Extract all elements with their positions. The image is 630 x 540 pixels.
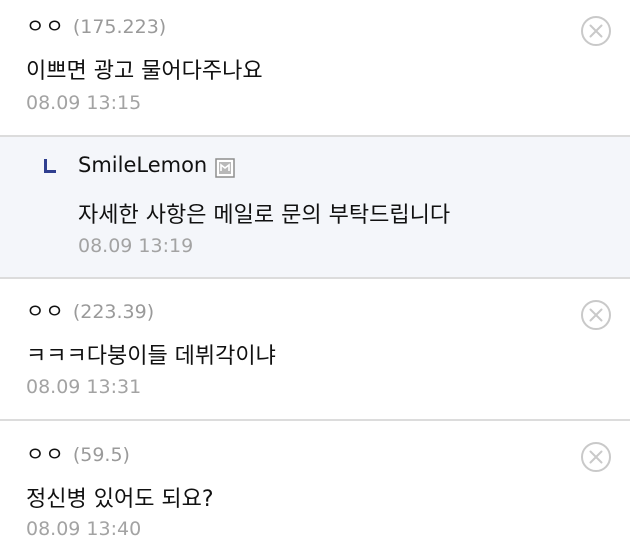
reply-arrow-icon (44, 159, 56, 173)
comment-ip: (223.39) (72, 301, 155, 323)
comment-ip: (59.5) (72, 444, 130, 466)
comment-author[interactable]: ㅇㅇ (26, 299, 65, 323)
comment-text: 정신병 있어도 되요? (26, 487, 214, 512)
comment-item: ㅇㅇ (59.5) 정신병 있어도 되요? 08.09 13:40 (0, 421, 630, 540)
reply-text: 자세한 사항은 메일로 문의 부탁드립니다 (78, 203, 451, 228)
comment-time: 08.09 13:15 (26, 92, 142, 114)
comment-header: ㅇㅇ (59.5) (26, 438, 130, 467)
delete-comment-button[interactable] (580, 299, 612, 331)
reply-header: SmileLemon (78, 153, 235, 178)
delete-comment-button[interactable] (580, 15, 612, 47)
comment-header: ㅇㅇ (223.39) (26, 295, 154, 324)
comment-header: ㅇㅇ (175.223) (26, 10, 166, 39)
comment-author[interactable]: ㅇㅇ (26, 14, 65, 38)
comment-author[interactable]: ㅇㅇ (26, 442, 65, 466)
comment-ip: (175.223) (72, 16, 167, 38)
delete-comment-button[interactable] (580, 441, 612, 473)
reply-item: SmileLemon 자세한 사항은 메일로 문의 부탁드립니다 08.09 1… (0, 137, 630, 277)
comment-item: ㅇㅇ (175.223) 이쁘면 광고 물어다주나요 08.09 13:15 (0, 0, 630, 135)
comment-text: 이쁘면 광고 물어다주나요 (26, 59, 263, 84)
reply-author[interactable]: SmileLemon (78, 153, 207, 177)
comment-item: ㅇㅇ (223.39) ㅋㅋㅋ다붕이들 데뷔각이냐 08.09 13:31 (0, 279, 630, 419)
reply-time: 08.09 13:19 (78, 235, 194, 257)
comment-text: ㅋㅋㅋ다붕이들 데뷔각이냐 (26, 344, 276, 369)
comment-time: 08.09 13:31 (26, 376, 142, 398)
manager-badge-icon (215, 157, 235, 178)
comment-time: 08.09 13:40 (26, 518, 142, 540)
